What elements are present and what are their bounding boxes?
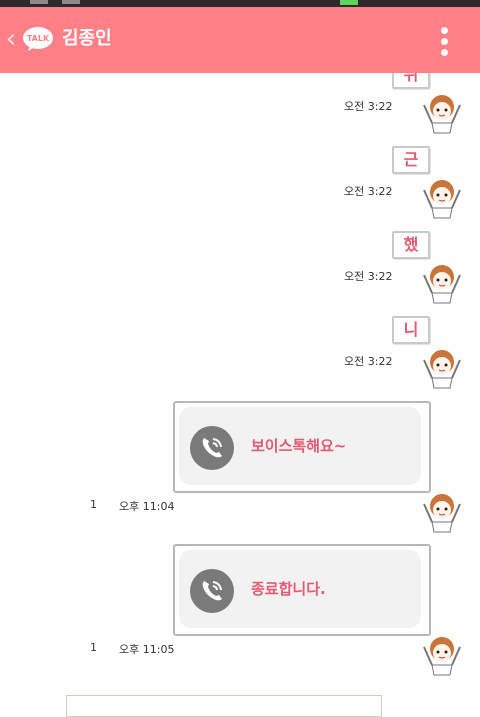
avatar (423, 265, 461, 304)
voice-talk-card[interactable]: 종료합니다. (173, 544, 431, 636)
status-icon (62, 0, 80, 4)
message-bubble[interactable]: 했 (392, 231, 430, 259)
message-time: 오후 11:04 (119, 500, 175, 513)
unread-count: 1 (90, 641, 97, 654)
status-icon (30, 0, 48, 4)
message-time: 오후 11:05 (119, 643, 175, 656)
message-input[interactable] (66, 695, 382, 717)
chevron-left-icon[interactable]: ‹ (4, 25, 18, 53)
voice-call-icon (190, 569, 234, 613)
message-bubble[interactable]: 니 (392, 316, 430, 344)
message-time: 오전 3:22 (344, 355, 393, 368)
message-time: 오전 3:22 (344, 270, 393, 283)
voice-message-text: 보이스톡해요~ (251, 437, 347, 455)
message-bubble[interactable]: 근 (392, 146, 430, 174)
avatar (423, 180, 461, 219)
svg-text:TALK: TALK (27, 34, 50, 43)
avatar (423, 350, 461, 389)
battery-icon (340, 0, 358, 5)
avatar (423, 95, 461, 134)
message-time: 오전 3:22 (344, 100, 393, 113)
voice-call-icon (190, 426, 234, 470)
chat-title: 김종인 (62, 28, 112, 49)
chat-area[interactable]: 뒤 오전 3:22 근 오전 3:22 했 오전 3:22 니 오전 3:22 (0, 73, 480, 707)
more-vertical-icon[interactable] (436, 27, 452, 61)
avatar (423, 494, 461, 533)
voice-message-text: 종료합니다. (251, 580, 326, 598)
unread-count: 1 (90, 498, 97, 511)
talk-logo: TALK (23, 27, 53, 51)
chat-header: ‹ TALK 김종인 (0, 7, 480, 73)
status-bar (0, 0, 480, 7)
avatar (423, 637, 461, 676)
message-time: 오전 3:22 (344, 185, 393, 198)
voice-talk-card[interactable]: 보이스톡해요~ (173, 401, 431, 493)
